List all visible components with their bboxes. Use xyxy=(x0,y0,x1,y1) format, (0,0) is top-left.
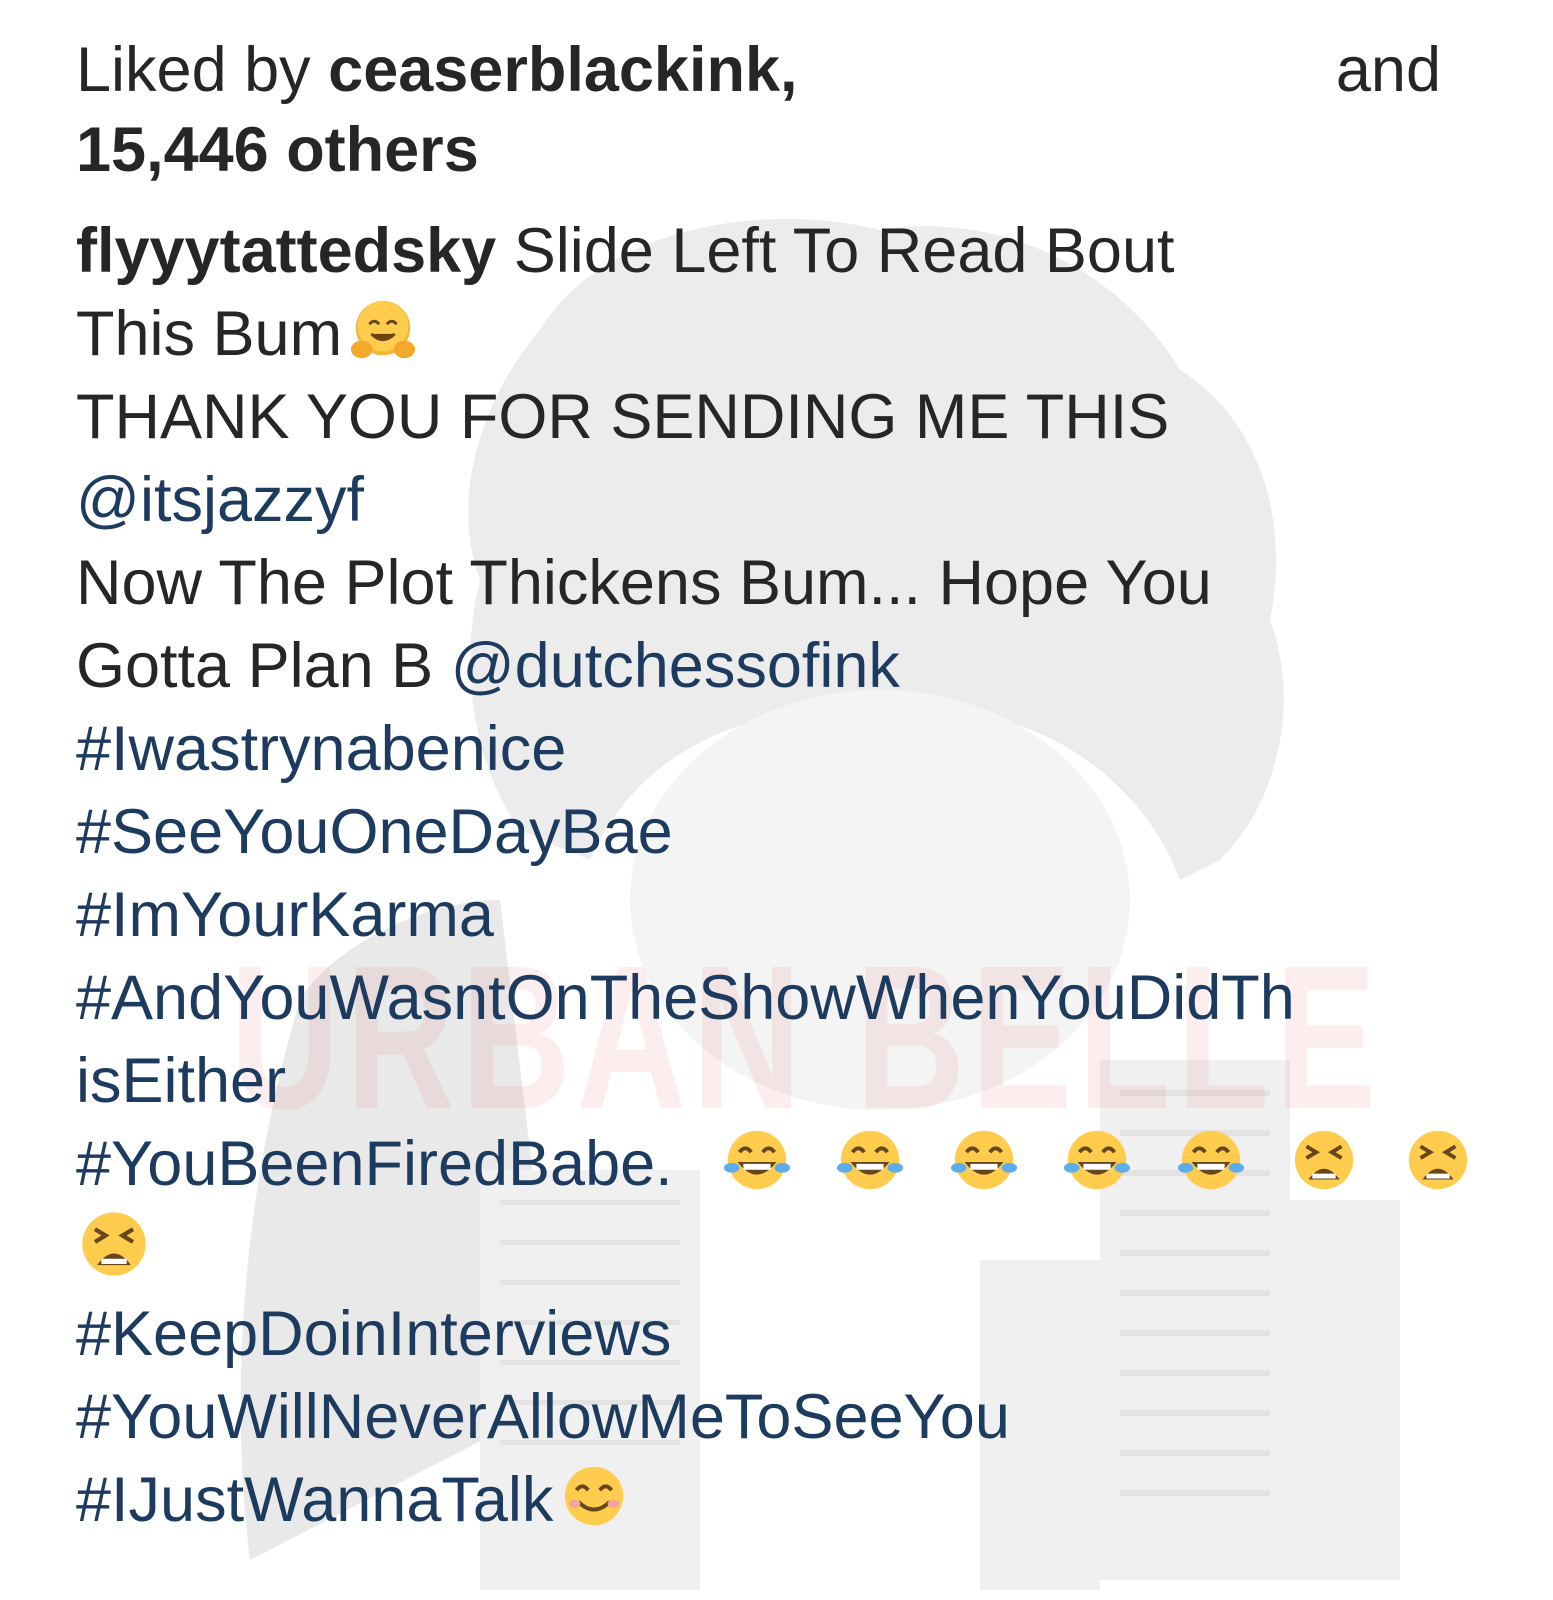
tears-of-joy-emoji xyxy=(1177,1130,1244,1190)
caption-text-6: Gotta Plan B xyxy=(76,631,451,701)
hashtag-5[interactable]: #YouBeenFiredBabe. xyxy=(76,1129,673,1199)
emoji-wrap-line xyxy=(76,1206,1476,1293)
mention-itsjazzyf[interactable]: @itsjazzyf xyxy=(76,459,1476,542)
hugging-face-emoji xyxy=(350,300,416,359)
tears-of-joy-emoji xyxy=(950,1130,1017,1190)
likes-prefix: Liked by xyxy=(76,35,329,105)
tears-of-joy-emoji xyxy=(837,1130,904,1190)
caption-line-6: Gotta Plan B @dutchessofink xyxy=(76,625,1476,708)
tired-face-emoji xyxy=(1295,1130,1354,1190)
likes-and: and xyxy=(1335,35,1441,105)
hashtag-7[interactable]: #YouWillNeverAllowMeToSeeYou xyxy=(76,1376,1476,1459)
caption-username[interactable]: flyyytattedsky xyxy=(76,216,496,286)
hashtag-8[interactable]: #IJustWannaTalk xyxy=(76,1465,553,1535)
caption-line-1: flyyytattedsky Slide Left To Read Bout xyxy=(76,210,1476,293)
hashtag-8-line: #IJustWannaTalk xyxy=(76,1459,1476,1542)
caption-line-5: Now The Plot Thickens Bum... Hope You xyxy=(76,548,1212,618)
caption-line-2: This Bum xyxy=(76,293,1476,376)
mention-dutchessofink[interactable]: @dutchessofink xyxy=(451,631,900,701)
likes-summary[interactable]: Liked by ceaserblackink, and xyxy=(76,30,1441,110)
tears-of-joy-emoji xyxy=(1064,1130,1131,1190)
likes-count[interactable]: 15,446 others xyxy=(76,110,1476,190)
hashtag-3[interactable]: #ImYourKarma xyxy=(76,874,1476,957)
caption-line-3: THANK YOU FOR SENDING ME THIS xyxy=(76,382,1170,452)
tired-face-emoji xyxy=(82,1212,146,1276)
hashtag-1[interactable]: #Iwastrynabenice xyxy=(76,708,1476,791)
tired-face-emoji xyxy=(1408,1130,1467,1190)
hashtag-5-line: #YouBeenFiredBabe. xyxy=(76,1123,1476,1206)
hashtag-6[interactable]: #KeepDoinInterviews xyxy=(76,1293,1476,1376)
likes-line1: Liked by ceaserblackink, xyxy=(76,30,798,110)
hashtag-4-part-1[interactable]: #AndYouWasntOnTheShowWhenYouDidTh xyxy=(76,957,1476,1040)
hashtag-2[interactable]: #SeeYouOneDayBae xyxy=(76,791,1476,874)
caption-text-1: Slide Left To Read Bout xyxy=(496,216,1175,286)
tears-of-joy-emoji xyxy=(723,1130,790,1190)
liked-by-user[interactable]: ceaserblackink, xyxy=(328,35,797,105)
caption-text-2: This Bum xyxy=(76,299,343,369)
hashtag-4-part-2[interactable]: isEither xyxy=(76,1040,1476,1123)
smiling-face-emoji xyxy=(565,1466,624,1526)
post-caption-area: Liked by ceaserblackink, and 15,446 othe… xyxy=(76,30,1476,1542)
